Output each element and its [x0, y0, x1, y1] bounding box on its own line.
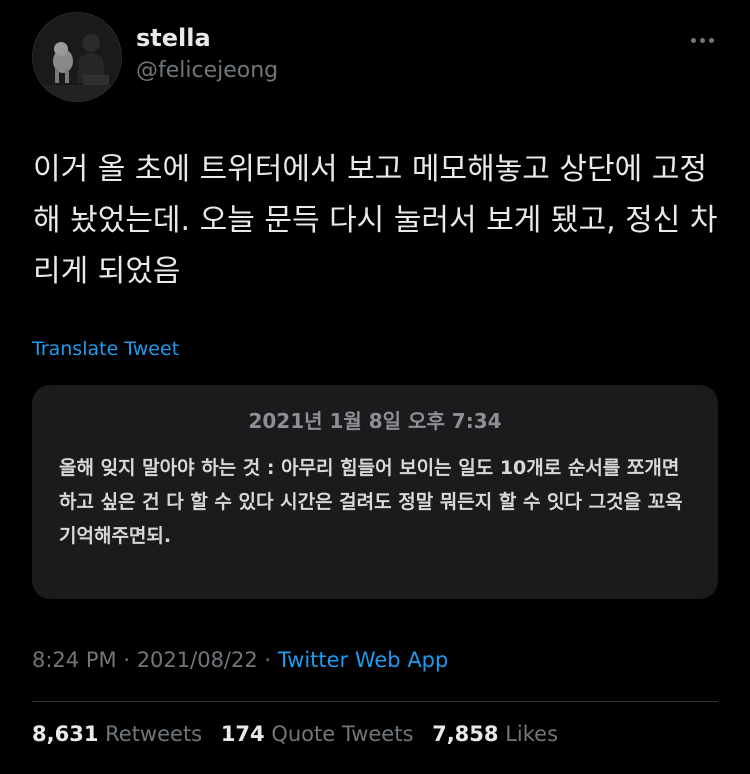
more-dot — [708, 37, 714, 43]
likes-count: 7,858 — [432, 722, 499, 746]
more-dot — [699, 37, 705, 43]
likes-label: Likes — [505, 722, 559, 746]
avatar[interactable] — [32, 12, 122, 102]
tweet-date[interactable]: 2021/08/22 — [137, 648, 258, 672]
divider — [32, 701, 718, 702]
source-app-link[interactable]: Twitter Web App — [278, 648, 449, 672]
meta-separator: · — [123, 648, 130, 672]
user-handle[interactable]: @felicejeong — [136, 58, 278, 83]
tweet-stats: 8,631 Retweets 174 Quote Tweets 7,858 Li… — [32, 722, 570, 746]
user-name[interactable]: stella — [136, 24, 211, 52]
tweet-header: stella @felicejeong — [32, 12, 722, 102]
retweets-count: 8,631 — [32, 722, 99, 746]
meta-separator: · — [264, 648, 272, 672]
tweet-meta: 8:24 PM · 2021/08/22 · Twitter Web App — [32, 648, 448, 672]
memo-image[interactable]: 2021년 1월 8일 오후 7:34 올해 잊지 말아야 하는 것 : 아무리… — [32, 385, 718, 599]
retweets-label: Retweets — [105, 722, 203, 746]
avatar-image — [33, 13, 121, 101]
quotes-stat[interactable]: 174 Quote Tweets — [221, 722, 414, 746]
tweet-text: 이거 올 초에 트위터에서 보고 메모해놓고 상단에 고정해 놨었는데. 오늘 … — [33, 152, 718, 289]
tweet-time[interactable]: 8:24 PM — [32, 648, 117, 672]
more-dot — [690, 37, 696, 43]
retweets-stat[interactable]: 8,631 Retweets — [32, 722, 202, 746]
more-icon[interactable] — [682, 20, 722, 60]
memo-date: 2021년 1월 8일 오후 7:34 — [248, 409, 502, 433]
quotes-label: Quote Tweets — [271, 722, 414, 746]
memo-body: 올해 잊지 말아야 하는 것 : 아무리 힘들어 보이는 일도 10개로 순서를… — [59, 457, 683, 547]
quotes-count: 174 — [220, 722, 265, 746]
likes-stat[interactable]: 7,858 Likes — [432, 722, 558, 746]
translate-tweet-link[interactable]: Translate Tweet — [32, 338, 179, 360]
